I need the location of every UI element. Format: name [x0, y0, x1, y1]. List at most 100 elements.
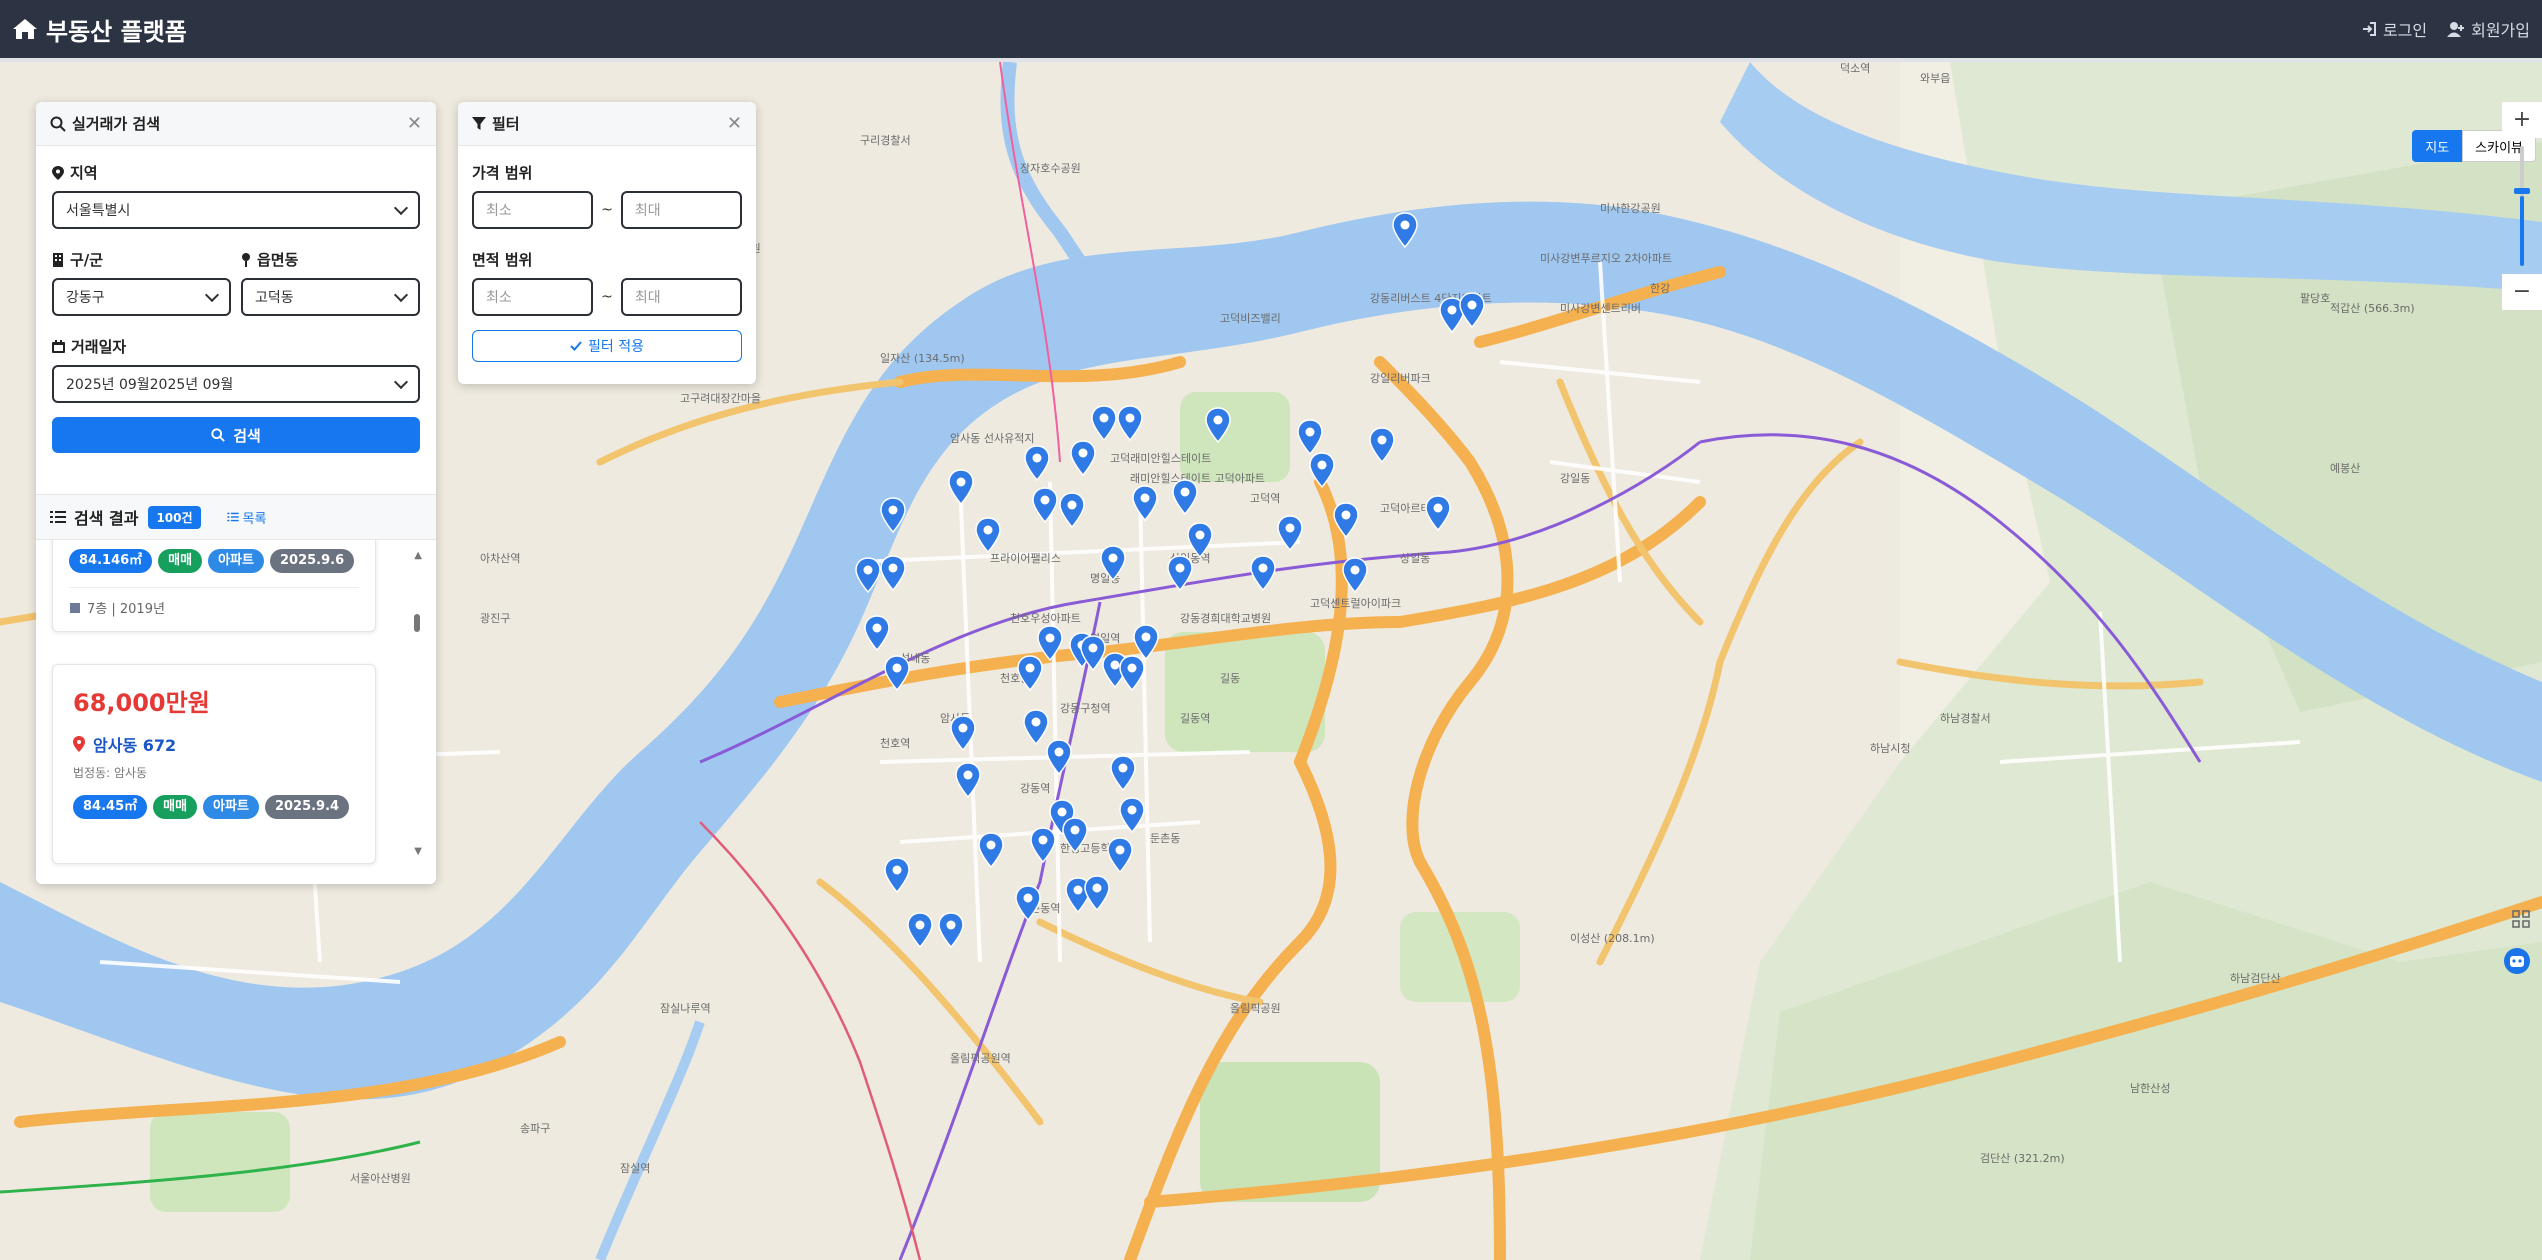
- login-button[interactable]: 로그인: [2361, 17, 2427, 41]
- scroll-up-arrow[interactable]: ▲: [414, 550, 422, 561]
- date-select[interactable]: 2025년 09월2025년 09월: [52, 365, 420, 403]
- area-range-label: 면적 범위: [472, 251, 533, 269]
- map-place-label: 상일동: [1400, 551, 1430, 565]
- chevron-down-icon: [393, 200, 409, 215]
- zoom-control: + −: [2502, 102, 2542, 352]
- map-place-label: 예봉산: [2330, 462, 2360, 475]
- chevron-down-icon: [204, 287, 220, 302]
- map-marker-icon: [242, 252, 250, 267]
- grid-toggle-icon[interactable]: [2512, 910, 2530, 928]
- filter-panel: 필터 ✕ 가격 범위 최소 ~ 최대 면적 범위 최소 ~ 최대 필터 적용: [458, 102, 756, 384]
- zoom-slider-handle[interactable]: [2514, 188, 2530, 194]
- date-label: 거래일자: [52, 336, 420, 357]
- kind-pill: 아파트: [203, 795, 259, 819]
- zoom-in-button[interactable]: +: [2502, 102, 2542, 138]
- filter-apply-button[interactable]: 필터 적용: [472, 330, 742, 362]
- map-place-label: 구리경찰서: [860, 134, 911, 147]
- map-place-label: 올림픽공원역: [950, 1052, 1011, 1065]
- search-panel-close-button[interactable]: ✕: [407, 113, 422, 134]
- dong-label: 읍면동: [241, 249, 420, 270]
- home-icon: [13, 19, 37, 39]
- list-toggle-button[interactable]: 목록: [226, 508, 266, 527]
- area-max-input[interactable]: 최대: [620, 278, 742, 316]
- map-place-label: 검단산 (321.2m): [1980, 1152, 2065, 1165]
- kind-pill: 아파트: [208, 549, 264, 573]
- robot-assistant-icon[interactable]: [2504, 948, 2530, 974]
- map-place-label: 남한산성: [2130, 1082, 2170, 1095]
- chevron-down-icon: [393, 287, 409, 302]
- map-place-label: 아차산역: [480, 552, 520, 565]
- zoom-slider-fill: [2520, 196, 2524, 266]
- card-address[interactable]: 암사동 672: [93, 732, 176, 756]
- map-place-label: 광진구: [480, 612, 510, 625]
- date-pill: 2025.9.4: [264, 795, 350, 819]
- map-place-label: 하남검단산: [2230, 971, 2281, 985]
- search-button[interactable]: 검색: [52, 417, 420, 453]
- signup-label: 회원가입: [2471, 21, 2530, 40]
- results-count-badge: 100건: [148, 505, 201, 529]
- result-card[interactable]: 84.146㎡ 매매 아파트 2025.9.6 7층 | 2019년: [52, 540, 376, 632]
- map-place-label: 와부읍: [1920, 72, 1950, 85]
- map-type-map-button[interactable]: 지도: [2412, 130, 2463, 162]
- type-pill: 매매: [158, 549, 203, 573]
- map-place-label: 잠실역: [620, 1162, 650, 1175]
- map-place-label: 미사강변센트리버: [1560, 302, 1641, 315]
- map-place-label: 암사동 선사유적지: [950, 432, 1034, 445]
- region-select[interactable]: 서울특별시: [52, 191, 420, 229]
- district-select[interactable]: 강동구: [52, 278, 231, 316]
- map-place-label: 프라이어팰리스: [990, 552, 1061, 565]
- user-plus-icon: [2447, 22, 2465, 37]
- results-list[interactable]: 84.146㎡ 매매 아파트 2025.9.6 7층 | 2019년 68,000만원…: [36, 540, 436, 876]
- results-title: 검색 결과: [74, 509, 139, 528]
- chevron-down-icon: [393, 374, 409, 389]
- list-icon: [50, 511, 66, 523]
- price-min-input[interactable]: 최소: [472, 191, 594, 229]
- map-place-label: 길동: [1220, 672, 1240, 685]
- map-place-label: 한강: [1650, 282, 1670, 295]
- brand[interactable]: 부동산 플랫폼: [12, 12, 187, 47]
- signup-button[interactable]: 회원가입: [2447, 17, 2530, 41]
- map-place-label: 길동역: [1180, 712, 1210, 725]
- map-place-label: 잠실나루역: [660, 1002, 711, 1015]
- map-place-label: 고구려대장간마을: [680, 392, 761, 405]
- map-place-label: 고덕역: [1250, 492, 1280, 505]
- map-pin-icon: [52, 165, 64, 180]
- map-place-label: 강동구청역: [1060, 702, 1111, 715]
- map-place-label: 강동경희대학교병원: [1180, 612, 1271, 625]
- district-label: 구/군: [52, 249, 231, 270]
- map-place-label: 래미안힐스테이트 고덕아파트: [1130, 472, 1265, 485]
- area-pill: 84.146㎡: [69, 549, 153, 573]
- check-icon: [570, 341, 582, 351]
- map-place-label: 이성산 (208.1m): [1570, 932, 1655, 945]
- scrollbar-thumb[interactable]: [414, 614, 420, 632]
- price-max-input[interactable]: 최대: [620, 191, 742, 229]
- location-pin-icon: [73, 736, 85, 752]
- area-min-input[interactable]: 최소: [472, 278, 594, 316]
- card-price: 68,000만원: [73, 689, 210, 717]
- map-place-label: 하남시청: [1870, 741, 1910, 755]
- region-label: 지역: [52, 162, 420, 183]
- map-place-label: 둔촌동: [1150, 832, 1180, 845]
- dong-select[interactable]: 고덕동: [241, 278, 420, 316]
- map-place-label: 천호우성아파트: [1010, 611, 1081, 625]
- range-separator: ~: [601, 202, 613, 218]
- map-place-label: 천호역: [880, 736, 910, 750]
- map-place-label: 적갑산 (566.3m): [2330, 302, 2415, 315]
- map-place-label: 고덕센트럴아이파크: [1310, 597, 1401, 610]
- map-place-label: 장자호수공원: [1020, 162, 1081, 175]
- filter-panel-header: 필터 ✕: [458, 102, 756, 146]
- brand-title: 부동산 플랫폼: [46, 17, 187, 46]
- login-icon: [2362, 22, 2376, 36]
- zoom-out-button[interactable]: −: [2502, 274, 2542, 310]
- map-place-label: 송파구: [520, 1122, 550, 1135]
- zoom-slider[interactable]: [2514, 146, 2530, 266]
- price-range-label: 가격 범위: [472, 164, 533, 182]
- map-place-label: 일자산 (134.5m): [880, 351, 965, 365]
- scroll-down-arrow[interactable]: ▼: [414, 846, 422, 857]
- map-place-label: 강일동: [1560, 471, 1590, 485]
- search-panel-title: 실거래가 검색: [72, 115, 161, 133]
- result-card[interactable]: 68,000만원 암사동 672 법정동: 암사동 84.45㎡ 매매 아파트 202…: [52, 664, 376, 864]
- filter-panel-close-button[interactable]: ✕: [727, 113, 742, 134]
- filter-panel-title: 필터: [492, 115, 520, 133]
- building-icon: [53, 252, 63, 267]
